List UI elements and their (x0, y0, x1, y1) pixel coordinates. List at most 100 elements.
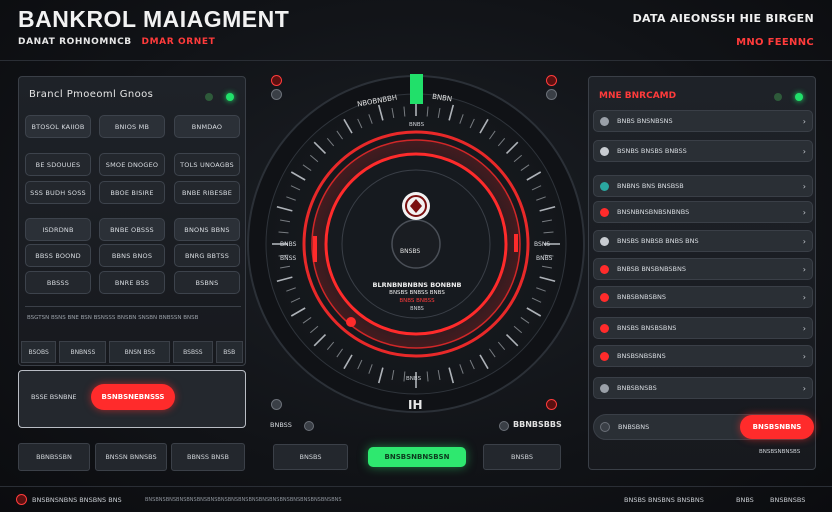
chevron-right-icon: › (802, 146, 806, 156)
command-last-row: BNBSBNS BNSBSNBNS (593, 414, 814, 440)
command-item[interactable]: BNBNS BNS BNSBSB › (593, 175, 813, 197)
chevron-right-icon: › (802, 264, 806, 274)
corner-indicator-br-icon (546, 399, 557, 410)
footer-alert-icon (16, 494, 27, 505)
command-item-icon (600, 236, 609, 246)
command-panel-footer: BNSBSNBNSBS (759, 449, 801, 455)
chevron-right-icon: › (802, 292, 806, 302)
command-item[interactable]: BNSBS BNSBSBNS › (593, 317, 813, 339)
command-last-icon (600, 422, 610, 432)
dial-readout-1: BLRNBNBNBNS BONBNB (372, 281, 462, 289)
dial-bottom-readout: IH (408, 398, 423, 412)
header-divider (0, 60, 832, 61)
corner-indicator-tl-icon (271, 75, 282, 86)
grid-button-4[interactable]: BE SDOUUES (25, 153, 91, 176)
dial-red-knob-icon (346, 317, 356, 327)
footer-right-text-2: BNBS (736, 496, 754, 504)
grid-button-1[interactable]: BTOSOL KAIIOB (25, 115, 91, 138)
grid-button-6[interactable]: TOLS UNOAGBS (174, 153, 240, 176)
corner-knob-tl-icon[interactable] (271, 89, 282, 100)
confirm-button[interactable]: BNSBSNBNSBSN (368, 447, 466, 467)
header-alert: MNO FEENNC (736, 37, 814, 48)
command-last-label: BNBSBNS (618, 423, 650, 431)
command-execute-button[interactable]: BNSBSNBNS (740, 415, 814, 439)
command-item[interactable]: BNBSBNBSBNS › (593, 286, 813, 308)
center-button-1[interactable]: BNSBS (273, 444, 348, 470)
bottom-button-3[interactable]: BBNSS BNSB (171, 443, 245, 471)
grid-button-10[interactable]: ISDRDNB (25, 218, 91, 241)
app-subtitle: DANAT ROHNOMNCB DMAR ORNET (18, 37, 215, 47)
footer-left-text: BNSBNSNBNS BNSBNS BNS (32, 496, 122, 504)
dial-readout-3: BNBS BNBSS (399, 298, 435, 304)
dial-left-marker (313, 236, 317, 262)
bottom-button-1[interactable]: BBNBSSBN (18, 443, 90, 471)
tab-5[interactable]: BSB (215, 341, 243, 363)
command-item[interactable]: BNSNBNSBNBSNBNBS › (593, 201, 813, 223)
command-item-label: BNBS BNSNBSNS (617, 117, 673, 125)
tab-4[interactable]: BSBSS (173, 341, 213, 363)
action-panel: BSSE BSNBNE BSNBSNEBNSSS (18, 370, 246, 428)
grid-button-3[interactable]: BNMDAO (174, 115, 240, 138)
grid-button-12[interactable]: BNONS BBNS (174, 218, 240, 241)
corner-knob-bl-icon[interactable] (271, 399, 282, 410)
chevron-right-icon: › (802, 351, 806, 361)
tab-3[interactable]: BNSN BSS (109, 341, 171, 363)
panel-divider (25, 306, 241, 307)
left-status-text: BNBSS (270, 421, 292, 429)
command-item[interactable]: BNBSBNSBS › (593, 377, 813, 399)
grid-button-16[interactable]: BBSSS (25, 271, 91, 294)
corner-knob-tr-icon[interactable] (546, 89, 557, 100)
bottom-button-2[interactable]: BNSSN BNNSBS (95, 443, 167, 471)
command-dot-icon (774, 93, 782, 101)
dial-right-marker (514, 234, 518, 252)
command-item[interactable]: BNSBS BNBSB BNBS BNS › (593, 230, 813, 252)
chevron-right-icon: › (802, 323, 806, 333)
grid-button-2[interactable]: BNIOS MB (99, 115, 165, 138)
command-item[interactable]: BNBSB BNSBNBSBNS › (593, 258, 813, 280)
grid-button-11[interactable]: BNBE OBSSS (99, 218, 165, 241)
tab-2[interactable]: BNBNSS (59, 341, 107, 363)
grid-button-14[interactable]: BBNS BNOS (99, 244, 165, 267)
command-item-label: BNSBSNBSBNS (617, 352, 666, 360)
grid-button-18[interactable]: BSBNS (174, 271, 240, 294)
primary-action-button[interactable]: BSNBSNEBNSSS (91, 384, 175, 410)
footer-middle-text: BNSBNSBNSBNSBNSBNSBNSBNSBNSBNSBNSBNSBNSB… (145, 497, 342, 503)
dial-center-label: BNSBS (400, 248, 421, 255)
center-button-3[interactable]: BNSBS (483, 444, 561, 470)
grid-button-9[interactable]: BNBE RIBESBE (174, 181, 240, 204)
command-item-icon (600, 264, 609, 274)
command-item-label: BNBSBNSBS (617, 384, 657, 392)
command-item-icon (600, 207, 609, 217)
command-item[interactable]: BNBS BNSNBSNS › (593, 110, 813, 132)
command-item-label: BNSBS BNSBSBNS (617, 324, 677, 332)
panel-footnote: BSGTSN BSNS BNE BSN BSNSSS BNSBN SNSBN B… (27, 315, 199, 321)
status-dot-icon (205, 93, 213, 101)
grid-button-15[interactable]: BNRG BBTSS (174, 244, 240, 267)
corner-indicator-tr-icon (546, 75, 557, 86)
command-item-icon (600, 181, 609, 191)
footer-right-text-3: BNSBNSBS (770, 496, 806, 504)
grid-button-13[interactable]: BBSS BOOND (25, 244, 91, 267)
tab-1[interactable]: BSOBS (21, 341, 57, 363)
command-item-icon (600, 146, 609, 156)
header-status: DATA AIEONSSH HIE BIRGEN (632, 12, 814, 25)
grid-button-8[interactable]: BBOE BISIRE (99, 181, 165, 204)
chevron-right-icon: › (802, 207, 806, 217)
controls-panel: Brancl Pmoeoml Gnoos BTOSOL KAIIOB BNIOS… (18, 76, 246, 366)
command-item-label: BNBSB BNSBNBSBNS (617, 265, 687, 273)
dial-left-label-2: BNSS (280, 255, 297, 262)
grid-button-17[interactable]: BNRE BSS (99, 271, 165, 294)
action-label: BSSE BSNBNE (31, 393, 77, 401)
tab-bar: BSOBS BNBNSS BNSN BSS BSBSS BSB (19, 341, 245, 366)
command-item[interactable]: BSNBS BNSBS BNBSS › (593, 140, 813, 162)
dial-inner-top-label: BNBS (409, 122, 425, 128)
command-item-icon (600, 292, 609, 302)
status-toggle-icon[interactable] (304, 421, 314, 431)
status-indicator-icon (499, 421, 509, 431)
grid-button-7[interactable]: SSS BUDH SOSS (25, 181, 91, 204)
grid-button-5[interactable]: SMOE DNOGEO (99, 153, 165, 176)
dial-readout-2: BNSBS BNBSS BNBS (389, 290, 445, 296)
command-item-label: BNBNS BNS BNSBSB (617, 182, 684, 190)
dial-green-marker (410, 74, 423, 104)
command-item[interactable]: BNSBSNBSBNS › (593, 345, 813, 367)
